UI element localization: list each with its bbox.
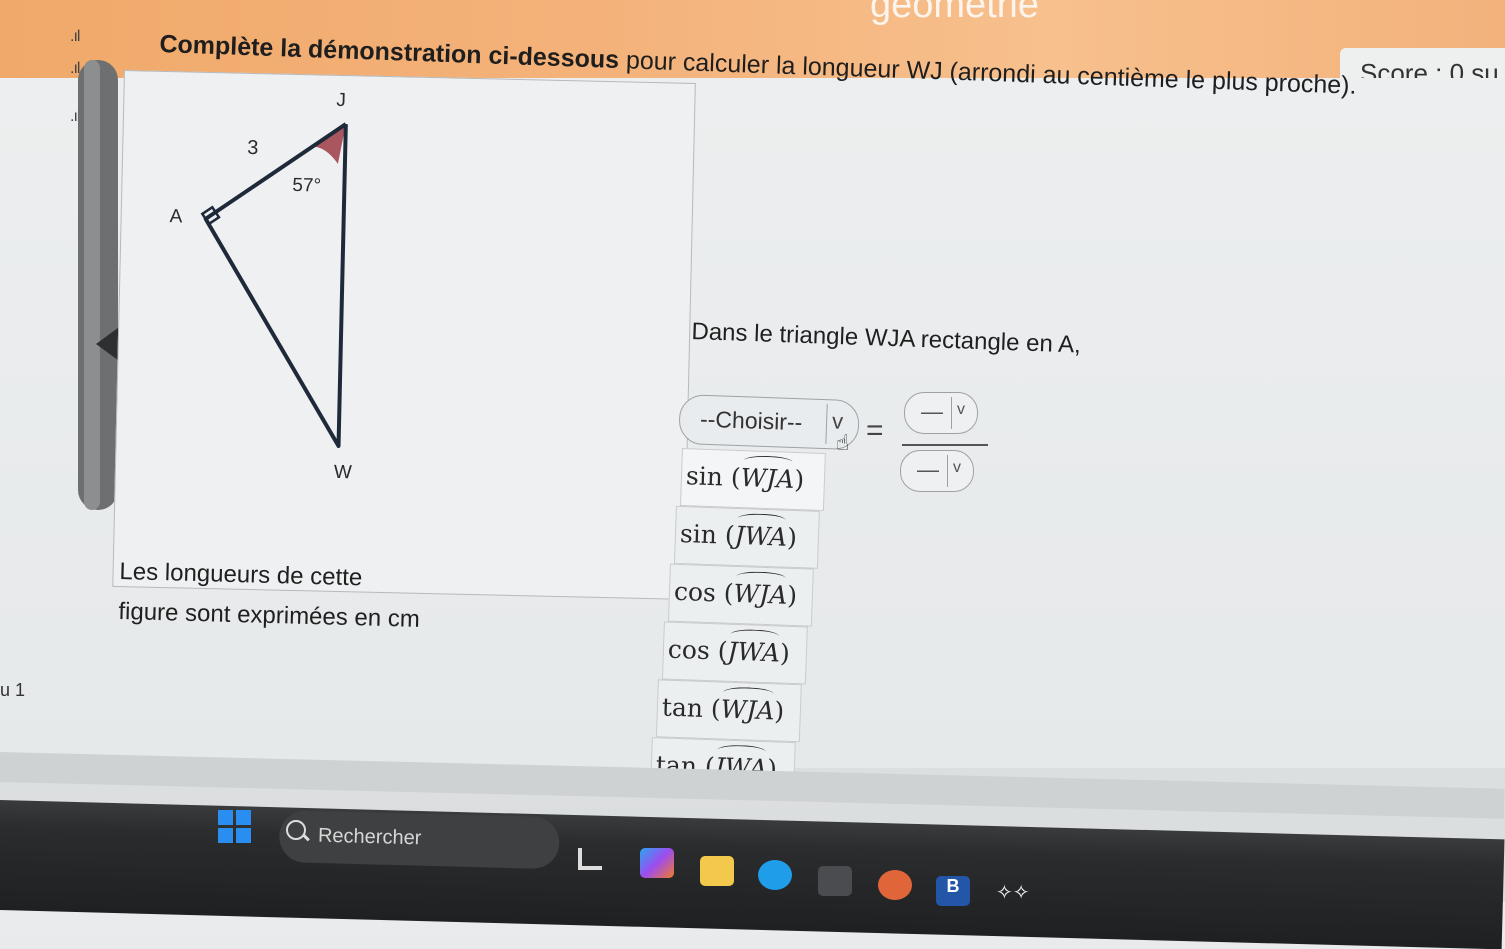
dropbox-icon[interactable]: ✧✧ [996,880,1030,910]
equals-sign: = [866,414,884,447]
menu-item-fn: sin [685,461,724,492]
side-label: u 1 [0,680,26,700]
menu-item-fn: cos [673,576,717,608]
firefox-icon[interactable] [878,870,912,900]
menu-item-fn: cos [667,634,711,666]
menu-item-sin-wja[interactable]: sin (WJA) [679,448,826,511]
menu-item-sin-jwa[interactable]: sin (JWA) [673,505,820,569]
menu-item-arg: JWA [727,636,781,668]
folder-icon[interactable] [700,856,734,886]
denominator-select[interactable]: — v [900,450,974,492]
left-scrollbar-thumb[interactable] [84,60,100,510]
store-icon[interactable] [818,866,852,896]
menu-item-fn: sin [679,518,718,550]
vertex-a: A [169,206,182,227]
signal-bars-icon: .ıl [70,28,81,45]
taskbar-search-placeholder: Rechercher [317,824,422,850]
edge-icon[interactable] [758,860,792,890]
trig-ratio-select[interactable]: --Choisir-- v [678,394,860,451]
menu-item-arg: WJA [740,463,795,494]
select-divider [947,455,948,487]
menu-item-arg: WJA [733,578,788,610]
chevron-down-icon[interactable]: v [953,459,961,477]
menu-item-fn: tan [661,692,704,723]
copilot-icon[interactable] [640,848,674,878]
trig-ratio-select-value: --Choisir-- [699,405,803,436]
search-icon[interactable] [286,820,306,840]
triangle-outline [203,122,348,448]
vertex-j: J [336,90,346,111]
units-note: Les longueurs de cette figure sont expri… [118,552,421,640]
trig-ratio-dropdown-menu: sin (WJA) sin (JWA) cos (WJA) cos (JWA) … [649,448,828,801]
hand-cursor-icon: ☝ [836,430,850,455]
side-aj-length: 3 [247,137,259,159]
vertex-w: W [334,462,352,483]
windows-start-icon[interactable] [218,810,252,844]
numerator-select[interactable]: — v [904,392,978,434]
units-note-line2: figure sont exprimées en cm [118,597,421,633]
menu-item-tan-wja[interactable]: tan (WJA) [655,679,802,743]
fraction-bar [902,444,988,446]
select-divider [951,397,952,429]
numerator-select-value: — [921,399,943,424]
select-divider [825,404,828,445]
denominator-select-value: — [917,457,939,482]
file-explorer-icon[interactable] [578,848,602,870]
figure-box: J 3 57° A W [112,70,696,600]
menu-item-arg: JWA [734,520,788,552]
chevron-down-icon[interactable]: v [957,401,965,419]
angle-j-label: 57° [292,175,321,197]
menu-item-arg: WJA [720,694,775,726]
menu-item-cos-wja[interactable]: cos (WJA) [667,563,814,627]
banner-title: géométrie [870,0,1039,26]
menu-item-cos-jwa[interactable]: cos (JWA) [661,621,808,685]
triangle-figure: J 3 57° A W [169,90,352,483]
